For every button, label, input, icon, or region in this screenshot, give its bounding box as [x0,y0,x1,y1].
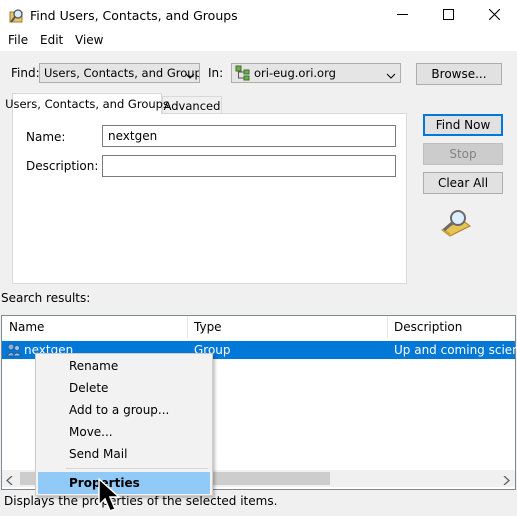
minimize-icon [396,9,408,23]
status-text: Displays the properties of the selected … [4,494,278,508]
search-results-label: Search results: [1,291,91,305]
maximize-button[interactable] [425,0,471,31]
description-label: Description: [26,159,99,173]
find-type-value: Users, Contacts, and Groups [44,66,200,80]
browse-button[interactable]: Browse... [416,63,502,85]
close-button[interactable] [471,0,517,31]
clear-all-button[interactable]: Clear All [423,172,503,194]
context-menu: Rename Delete Add to a group... Move... … [35,353,213,496]
domain-value: ori-eug.ori.org [254,66,336,80]
menu-item-move[interactable]: Move... [36,421,212,443]
window-title: Find Users, Contacts, and Groups [30,8,238,23]
column-header-description[interactable]: Description [387,316,515,338]
menu-item-rename[interactable]: Rename [36,355,212,377]
description-field[interactable] [102,155,396,177]
column-header-name[interactable]: Name [2,316,188,338]
name-field[interactable]: nextgen [102,125,396,147]
close-icon [488,8,500,23]
tab-users-contacts-groups[interactable]: Users, Contacts, and Groups [5,93,169,114]
mouse-cursor-icon [98,477,124,516]
group-icon [6,342,22,361]
find-type-select[interactable]: Users, Contacts, and Groups [39,63,200,83]
scroll-left-icon[interactable] [6,474,14,488]
tab-advanced[interactable]: Advanced [162,96,222,114]
scroll-right-icon[interactable] [502,474,510,488]
menu-separator [66,468,208,469]
menu-view[interactable]: View [75,33,103,47]
menu-file[interactable]: File [8,33,28,47]
domain-select[interactable]: ori-eug.ori.org [231,63,401,83]
stop-button[interactable]: Stop [423,143,503,165]
menu-item-properties[interactable]: Properties [38,472,210,494]
chevron-down-icon [185,68,195,82]
search-directory-icon [9,8,25,24]
menu-item-send-mail[interactable]: Send Mail [36,443,212,465]
column-header-type[interactable]: Type [187,316,387,338]
row-description: Up and coming scienti [394,343,517,357]
menu-item-add-to-group[interactable]: Add to a group... [36,399,212,421]
menu-item-delete[interactable]: Delete [36,377,212,399]
in-label: In: [208,66,224,80]
domain-tree-icon [235,65,251,82]
name-label: Name: [26,130,66,144]
minimize-button[interactable] [379,0,425,31]
chevron-down-icon [386,68,396,82]
magnifier-folder-icon [438,208,474,238]
find-now-button[interactable]: Find Now [423,114,503,136]
menu-edit[interactable]: Edit [40,33,63,47]
maximize-icon [442,8,454,23]
find-label: Find: [11,66,40,80]
